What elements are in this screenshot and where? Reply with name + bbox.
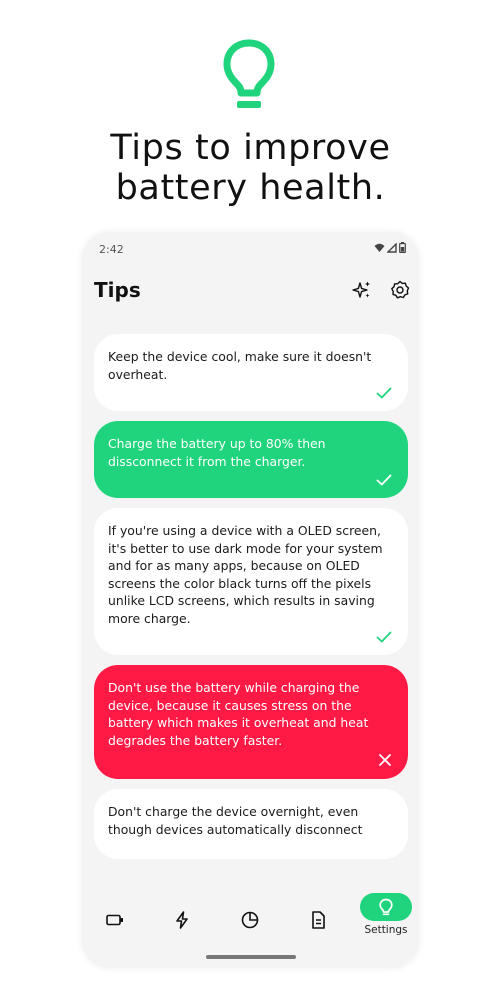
battery-info-icon xyxy=(106,914,123,926)
close-icon xyxy=(379,754,391,766)
nav-charging[interactable] xyxy=(152,900,212,940)
status-time: 2:42 xyxy=(99,243,124,256)
nav-battery-info[interactable] xyxy=(85,900,145,940)
sparkle-icon xyxy=(352,281,370,298)
tip-text: If you're using a device with a OLED scr… xyxy=(108,523,383,626)
home-indicator xyxy=(206,955,296,959)
tip-text: Keep the device cool, make sure it doesn… xyxy=(108,349,372,382)
sparkle-button[interactable] xyxy=(350,278,374,302)
tip-card[interactable]: If you're using a device with a OLED scr… xyxy=(94,508,408,655)
signal-icon xyxy=(387,242,397,253)
list-fade xyxy=(82,877,419,887)
status-icons xyxy=(374,242,406,253)
settings-button[interactable] xyxy=(388,278,412,302)
status-bar: 2:42 xyxy=(82,232,419,266)
page-title: Tips xyxy=(94,278,141,302)
check-icon xyxy=(376,387,392,399)
phone-frame: 2:42 Tips Keep the device cool, make sur… xyxy=(82,232,419,968)
headline-line-1: Tips to improve xyxy=(110,128,391,168)
document-icon xyxy=(312,911,325,929)
check-icon xyxy=(376,474,392,486)
tip-text: Don't charge the device overnight, even … xyxy=(108,804,363,837)
nav-document[interactable] xyxy=(288,900,348,940)
lightbulb-icon xyxy=(223,39,275,108)
nav-usage[interactable] xyxy=(220,900,280,940)
wifi-icon xyxy=(374,243,385,252)
charging-bolt-icon xyxy=(176,911,188,929)
nav-tips-active[interactable] xyxy=(360,893,412,921)
tip-card[interactable]: Don't use the battery while charging the… xyxy=(94,665,408,779)
usage-pie-icon xyxy=(241,911,259,929)
tip-card[interactable]: Charge the battery up to 80% then dissco… xyxy=(94,421,408,498)
app-bar: Tips xyxy=(82,272,419,312)
battery-icon xyxy=(399,242,406,253)
check-icon xyxy=(376,631,392,643)
tip-card[interactable]: Don't charge the device overnight, even … xyxy=(94,789,408,859)
settings-gear-icon xyxy=(391,280,410,299)
tips-lightbulb-icon xyxy=(379,898,393,916)
tip-card[interactable]: Keep the device cool, make sure it doesn… xyxy=(94,334,408,411)
tip-text: Charge the battery up to 80% then dissco… xyxy=(108,436,326,469)
tip-text: Don't use the battery while charging the… xyxy=(108,680,369,748)
headline-line-2: battery health. xyxy=(115,168,386,208)
nav-label-active: Settings xyxy=(364,924,408,936)
headline: Tips to improve battery health. xyxy=(0,128,501,208)
tips-list: Keep the device cool, make sure it doesn… xyxy=(94,334,408,869)
